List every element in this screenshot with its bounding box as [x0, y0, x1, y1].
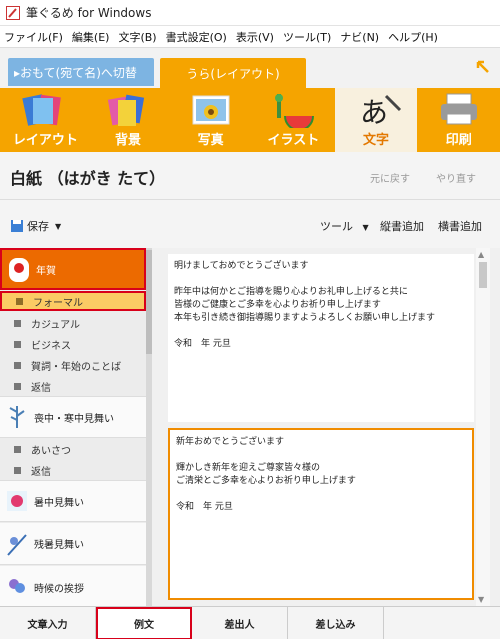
category-list: 年賀 フォーマル カジュアル ビジネス 賀詞・年始のことば 返信 喪中・寒中見舞…	[0, 248, 152, 606]
menu-help[interactable]: ヘルプ(H)	[388, 29, 438, 45]
layout-button[interactable]: レイアウト	[4, 88, 87, 152]
content-scrollbar-thumb[interactable]	[479, 262, 487, 288]
tool-dropdown-icon: ▼	[362, 223, 369, 232]
bullet-square-icon	[14, 466, 21, 474]
menu-edit[interactable]: 編集(E)	[72, 29, 110, 45]
card-body: 昨年中は何かとご指導を賜り心よりお礼申し上げると共に 皆様のご健康とご多幸を心よ…	[174, 287, 436, 323]
illust-button[interactable]: イラスト	[252, 88, 335, 152]
subcategory-greeting-words[interactable]: 賀詞・年始のことば	[0, 355, 146, 375]
menu-format[interactable]: 書式設定(O)	[166, 29, 227, 45]
menu-navi[interactable]: ナビ(N)	[340, 29, 379, 45]
tab-text-input[interactable]: 文章入力	[0, 607, 96, 639]
winter-tree-icon	[9, 406, 25, 428]
background-button[interactable]: 背景	[87, 88, 170, 152]
undo-button[interactable]: 元に戻す	[370, 170, 410, 185]
category-seasonal[interactable]: 時候の挨拶	[0, 566, 146, 606]
print-button[interactable]: 印刷	[417, 88, 500, 152]
menu-tools[interactable]: ツール(T)	[283, 29, 331, 45]
subcategory-newyear-reply[interactable]: 返信	[0, 376, 146, 396]
bullet-square-icon	[14, 445, 21, 453]
bullet-square-icon	[16, 297, 23, 305]
page-title: 白紙 （はがき たて）	[10, 169, 166, 188]
subcategory-greeting[interactable]: あいさつ	[0, 439, 146, 459]
tab-examples[interactable]: 例文	[96, 607, 192, 639]
redo-button[interactable]: やり直す	[436, 170, 476, 185]
page-header: 白紙 （はがき たて） 元に戻す やり直す	[0, 152, 500, 200]
category-mourning[interactable]: 喪中・寒中見舞い	[0, 396, 146, 438]
printer-icon	[440, 93, 477, 125]
menu-file[interactable]: ファイル(F)	[4, 29, 63, 45]
tool-label: ツール	[320, 220, 353, 233]
side-tab-row: ▸おもて(宛て名)へ切替 うら(レイアウト)	[0, 48, 500, 88]
save-label: 保存	[27, 220, 49, 233]
back-layout-tab[interactable]: うら(レイアウト)	[160, 58, 306, 88]
save-dropdown-icon: ▼	[55, 221, 62, 231]
tab-merge[interactable]: 差し込み	[288, 607, 384, 639]
card-body: 輝かしき新年を迎えご尊家皆々様の ご清栄とご多幸を心よりお祈り申し上げます	[176, 463, 356, 486]
add-horizontal-button[interactable]: 横書追加	[438, 218, 482, 234]
menu-view[interactable]: 表示(V)	[236, 29, 274, 45]
background-papers-icon	[107, 94, 145, 126]
photo-sunflower-icon	[192, 95, 230, 125]
category-newyear[interactable]: 年賀	[0, 248, 146, 290]
example-text-pane: 明けましておめでとうございます 昨年中は何かとご指導を賜り心よりお礼申し上げると…	[152, 248, 500, 606]
layout-cards-icon	[22, 94, 62, 126]
card-date: 令和 年 元旦	[174, 339, 231, 349]
text-a-glyph-icon: あ	[360, 94, 402, 128]
menu-text[interactable]: 文字(B)	[118, 29, 156, 45]
photo-button[interactable]: 写真	[169, 88, 252, 152]
switch-to-front-tab[interactable]: ▸おもて(宛て名)へ切替	[8, 58, 154, 86]
summer-flower-icon	[7, 491, 27, 511]
bottom-tab-bar: 文章入力 例文 差出人 差し込み	[0, 606, 500, 639]
subcategory-business[interactable]: ビジネス	[0, 334, 146, 354]
text-button[interactable]: あ 文字	[334, 88, 418, 152]
card-date: 令和 年 元旦	[176, 502, 233, 512]
save-disk-icon	[11, 220, 23, 232]
title-bar: 筆ぐるめ for Windows	[0, 0, 500, 26]
add-vertical-button[interactable]: 縦書追加	[380, 218, 424, 234]
illust-watermelon-icon	[275, 94, 315, 128]
category-summer[interactable]: 暑中見舞い	[0, 480, 146, 522]
example-card-1[interactable]: 明けましておめでとうございます 昨年中は何かとご指導を賜り心よりお礼申し上げると…	[168, 254, 474, 422]
menu-bar: ファイル(F) 編集(E) 文字(B) 書式設定(O) 表示(V) ツール(T)…	[0, 26, 500, 48]
window-title: 筆ぐるめ for Windows	[26, 6, 152, 20]
subcategory-formal[interactable]: フォーマル	[0, 291, 146, 311]
save-button[interactable]: 保存 ▼	[10, 218, 61, 234]
scroll-down-icon[interactable]: ▼	[478, 595, 484, 604]
tab-sender[interactable]: 差出人	[192, 607, 288, 639]
example-card-2[interactable]: 新年おめでとうございます 輝かしき新年を迎えご尊家皆々様の ご清栄とご多幸を心よ…	[168, 428, 474, 600]
card-greeting: 明けましておめでとうございます	[174, 261, 309, 271]
app-window: 筆ぐるめ for Windows ファイル(F) 編集(E) 文字(B) 書式設…	[0, 0, 500, 639]
bullet-square-icon	[14, 361, 21, 369]
subcategory-casual[interactable]: カジュアル	[0, 313, 146, 333]
app-brush-icon	[6, 5, 20, 20]
bullet-square-icon	[14, 319, 21, 327]
bullet-square-icon	[14, 382, 21, 390]
main-toolbar: レイアウト 背景 写真 イラスト あ 文字 印刷	[0, 88, 500, 152]
content-scrollbar[interactable]: ▲ ▼	[476, 248, 490, 606]
card-greeting: 新年おめでとうございます	[176, 437, 285, 447]
hydrangea-icon	[9, 579, 25, 593]
category-late-summer[interactable]: 残暑見舞い	[0, 523, 146, 565]
morning-glory-icon	[7, 533, 27, 556]
svg-text:あ: あ	[360, 96, 388, 128]
action-bar: 保存 ▼ ツール ▼ 縦書追加 横書追加	[0, 200, 500, 248]
pin-icon[interactable]	[474, 58, 492, 76]
subcategory-mourning-reply[interactable]: 返信	[0, 460, 146, 480]
daruma-icon	[9, 258, 29, 282]
bullet-square-icon	[14, 340, 21, 348]
tool-dropdown[interactable]: ツール ▼	[320, 218, 369, 234]
scroll-up-icon[interactable]: ▲	[478, 250, 484, 259]
